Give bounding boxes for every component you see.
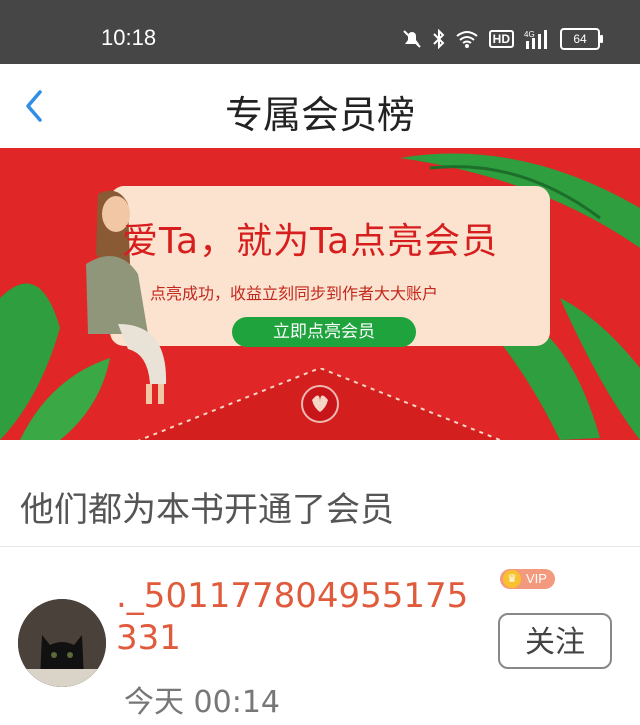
light-up-member-button[interactable]: 立即点亮会员 [232,317,416,347]
member-banner[interactable]: 爱Ta，就为Ta点亮会员 点亮成功，收益立刻同步到作者大大账户 立即点亮会员 [0,148,640,440]
avatar[interactable] [18,599,106,687]
member-time: 今天 00:14 [124,685,280,720]
crown-icon: ♛ [503,570,521,588]
status-time: 10:18 [101,25,157,50]
page-title: 专属会员榜 [224,93,415,137]
banner-subtitle: 点亮成功，收益立刻同步到作者大大账户 [150,284,439,303]
mute-icon [402,30,421,48]
hd-icon: HD [488,30,514,48]
vip-label: VIP [526,571,547,586]
battery-icon: 64 [560,28,603,50]
status-bar: 10:18 HD 4G 64 [0,0,640,64]
bluetooth-icon [432,29,445,49]
envelope-flap-icon [137,368,503,440]
vip-badge: ♛ VIP [500,569,555,589]
banner-headline: 爱Ta，就为Ta点亮会员 [122,221,499,262]
network-label: 4G [524,30,535,39]
section-title: 他们都为本书开通了会员 [20,490,394,530]
follow-button[interactable]: 关注 [498,613,612,669]
member-name[interactable]: ._501177804955175331 [116,575,488,659]
status-icons: HD 4G 64 [401,28,603,50]
member-list-item[interactable]: ._501177804955175331 ♛ VIP 关注 今天 00:14 [0,547,640,725]
navigation-bar: 专属会员榜 [0,64,640,149]
signal-icon: 4G [524,30,547,49]
cat-avatar-icon [18,599,106,687]
wifi-icon [456,31,478,48]
